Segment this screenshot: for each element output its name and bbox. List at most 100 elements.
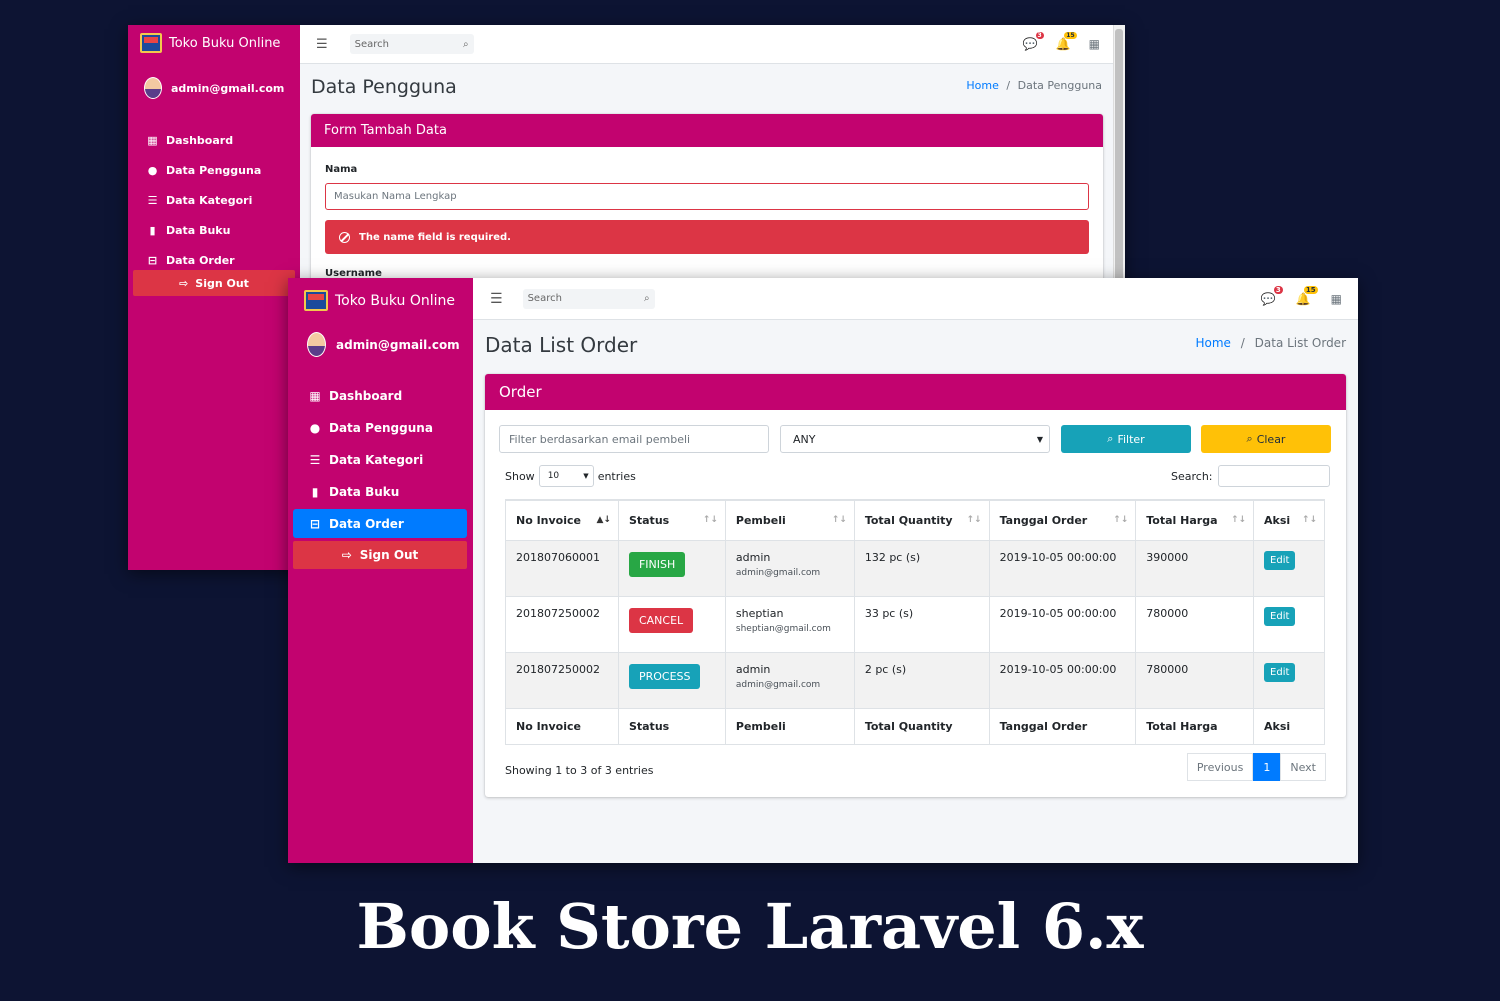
column-header[interactable]: Status ↑↓: [617, 499, 726, 541]
sidebar-item-label: Data Order: [166, 253, 235, 267]
breadcrumb-home[interactable]: Home: [966, 79, 998, 92]
total-cell: 390000: [1135, 539, 1255, 597]
email-filter-input[interactable]: Filter berdasarkan email pembeli: [499, 425, 769, 453]
error-alert: The name field is required.: [325, 220, 1089, 254]
sidebar-item-data-buku[interactable]: ▮ Data Buku: [307, 476, 433, 508]
book-icon: ▮: [311, 485, 319, 499]
status-badge[interactable]: CANCEL: [628, 607, 694, 633]
sidebar-item-data-kategori[interactable]: ☰ Data Kategori: [145, 185, 261, 215]
page-title: Data Pengguna: [311, 76, 457, 98]
status-select-value: ANY: [793, 432, 816, 446]
status-cell: CANCEL: [617, 595, 726, 653]
sort-asc-icon: ▲↓: [596, 515, 611, 525]
status-badge[interactable]: FINISH: [628, 551, 686, 577]
entries-label: entries: [597, 469, 636, 483]
edit-button[interactable]: Edit: [1264, 606, 1296, 626]
sign-out-label: Sign Out: [195, 276, 249, 290]
buyer-cell: admin admin@gmail.com: [724, 651, 855, 709]
column-header[interactable]: No Invoice ▲↓: [505, 499, 619, 541]
clear-button-label: Clear: [1256, 432, 1286, 446]
apps-grid-icon[interactable]: ▦: [1089, 37, 1100, 51]
scrollbar-thumb[interactable]: [1115, 29, 1123, 289]
table-row: 201807060001 FINISH admin admin@gmail.com…: [505, 539, 1325, 597]
previous-page-button[interactable]: Previous: [1186, 753, 1254, 781]
brand[interactable]: Toko Buku Online: [304, 290, 455, 311]
column-header[interactable]: Tanggal Order ↑↓: [988, 499, 1137, 541]
edit-button[interactable]: Edit: [1264, 662, 1296, 682]
hamburger-icon[interactable]: ☰: [316, 37, 328, 52]
store-logo-icon: [304, 290, 328, 311]
sidebar-item-data-buku[interactable]: ▮ Data Buku: [145, 215, 261, 245]
search-input[interactable]: Search ⌕: [349, 34, 474, 54]
breadcrumb-separator: /: [1006, 79, 1011, 92]
search-input[interactable]: Search ⌕: [522, 288, 655, 309]
search-icon[interactable]: ⌕: [463, 39, 469, 50]
filter-button[interactable]: ⌕ Filter: [1061, 425, 1191, 453]
table-search-input[interactable]: [1217, 465, 1330, 487]
sidebar-item-dashboard[interactable]: ▦ Dashboard: [145, 125, 261, 155]
messages-icon[interactable]: 💬 3: [1023, 32, 1044, 51]
sidebar-item-data-kategori[interactable]: ☰ Data Kategori: [307, 444, 433, 476]
email-filter-placeholder: Filter berdasarkan email pembeli: [509, 432, 691, 446]
next-page-button[interactable]: Next: [1280, 753, 1326, 781]
caret-down-icon: ▼: [1036, 434, 1043, 444]
sidebar-item-data-pengguna[interactable]: ● Data Pengguna: [307, 412, 433, 444]
column-header-label: No Invoice: [516, 513, 581, 527]
error-text: The name field is required.: [359, 231, 511, 243]
user-panel[interactable]: admin@gmail.com: [144, 77, 284, 99]
topbar: ☰ Search ⌕ 💬 3 🔔 15 ▦: [300, 25, 1125, 64]
sidebar-item-label: Dashboard: [329, 389, 403, 403]
invoice-cell: 201807060001: [505, 539, 619, 597]
caret-down-icon: ▼: [583, 472, 589, 480]
status-badge[interactable]: PROCESS: [628, 663, 701, 689]
page-button[interactable]: 1: [1253, 753, 1281, 781]
hamburger-icon[interactable]: ☰: [490, 291, 503, 307]
breadcrumb-separator: /: [1240, 336, 1245, 350]
column-header[interactable]: Pembeli ↑↓: [724, 499, 855, 541]
bell-icon[interactable]: 🔔 15: [1056, 32, 1077, 51]
breadcrumb-home[interactable]: Home: [1196, 336, 1231, 350]
brand[interactable]: Toko Buku Online: [140, 33, 280, 53]
column-header-label: Total Quantity: [864, 513, 953, 527]
apps-grid-icon[interactable]: ▦: [1331, 292, 1342, 306]
sidebar-item-dashboard[interactable]: ▦ Dashboard: [307, 380, 433, 412]
buyer-cell: sheptian sheptian@gmail.com: [724, 595, 855, 653]
sign-out-icon: ⇨: [179, 276, 189, 290]
column-header[interactable]: Aksi ↑↓: [1253, 499, 1325, 541]
column-header[interactable]: Total Quantity ↑↓: [853, 499, 990, 541]
status-cell: PROCESS: [617, 651, 726, 709]
avatar: [144, 77, 162, 99]
sort-icon: ↑↓: [966, 515, 982, 525]
page-length-select[interactable]: 10 ▼: [538, 465, 594, 487]
sort-icon: ↑↓: [1301, 515, 1317, 525]
user-panel[interactable]: admin@gmail.com: [307, 332, 460, 357]
sidebar-item-data-pengguna[interactable]: ● Data Pengguna: [145, 155, 262, 185]
clear-button[interactable]: ⌕ Clear: [1201, 425, 1331, 453]
buyer-email: admin@gmail.com: [735, 679, 821, 690]
card-header: Order: [485, 374, 1346, 410]
page-title: Data List Order: [485, 333, 638, 357]
sort-icon: ↑↓: [702, 515, 718, 525]
sidebar-item-data-order[interactable]: ⊟ Data Order: [293, 509, 467, 538]
messages-icon[interactable]: 💬 3: [1261, 286, 1283, 306]
column-footer: Total Quantity: [853, 707, 990, 745]
bell-icon[interactable]: 🔔 15: [1296, 286, 1318, 306]
sign-out-button[interactable]: ⇨ Sign Out: [133, 270, 295, 296]
breadcrumb: Home / Data Pengguna: [966, 79, 1102, 92]
search-icon[interactable]: ⌕: [644, 293, 650, 304]
status-select[interactable]: ANY ▼: [780, 425, 1050, 453]
breadcrumb: Home / Data List Order: [1196, 336, 1347, 350]
column-header[interactable]: Total Harga ↑↓: [1135, 499, 1255, 541]
ban-icon: [339, 231, 350, 243]
filter-button-label: Filter: [1117, 432, 1145, 446]
column-footer: No Invoice: [505, 707, 619, 745]
grid-icon: ▦: [309, 389, 321, 403]
sidebar-item-label: Dashboard: [166, 133, 234, 147]
edit-button[interactable]: Edit: [1264, 550, 1296, 570]
name-field[interactable]: Masukan Nama Lengkap: [325, 183, 1089, 210]
basket-icon: ⊟: [147, 253, 158, 267]
book-icon: ▮: [149, 223, 156, 237]
notifications-badge: 15: [1303, 286, 1318, 294]
sign-out-button[interactable]: ⇨ Sign Out: [293, 541, 467, 569]
brand-name: Toko Buku Online: [169, 35, 281, 51]
